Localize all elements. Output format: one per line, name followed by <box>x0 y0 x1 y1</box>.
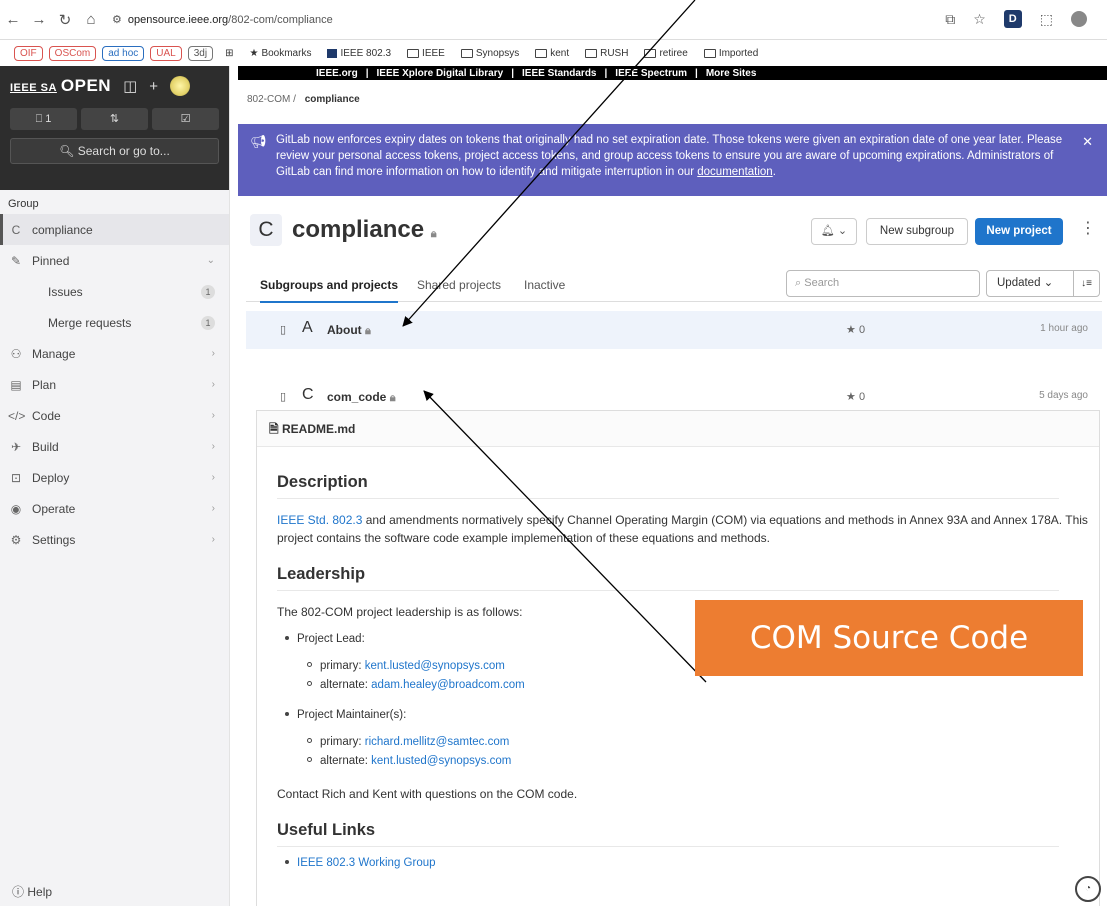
annotation-callout: COM Source Code <box>695 600 1083 676</box>
arrow-to-about <box>402 0 696 327</box>
arrow-to-com-code <box>423 390 707 683</box>
annotation-arrows <box>402 0 707 683</box>
